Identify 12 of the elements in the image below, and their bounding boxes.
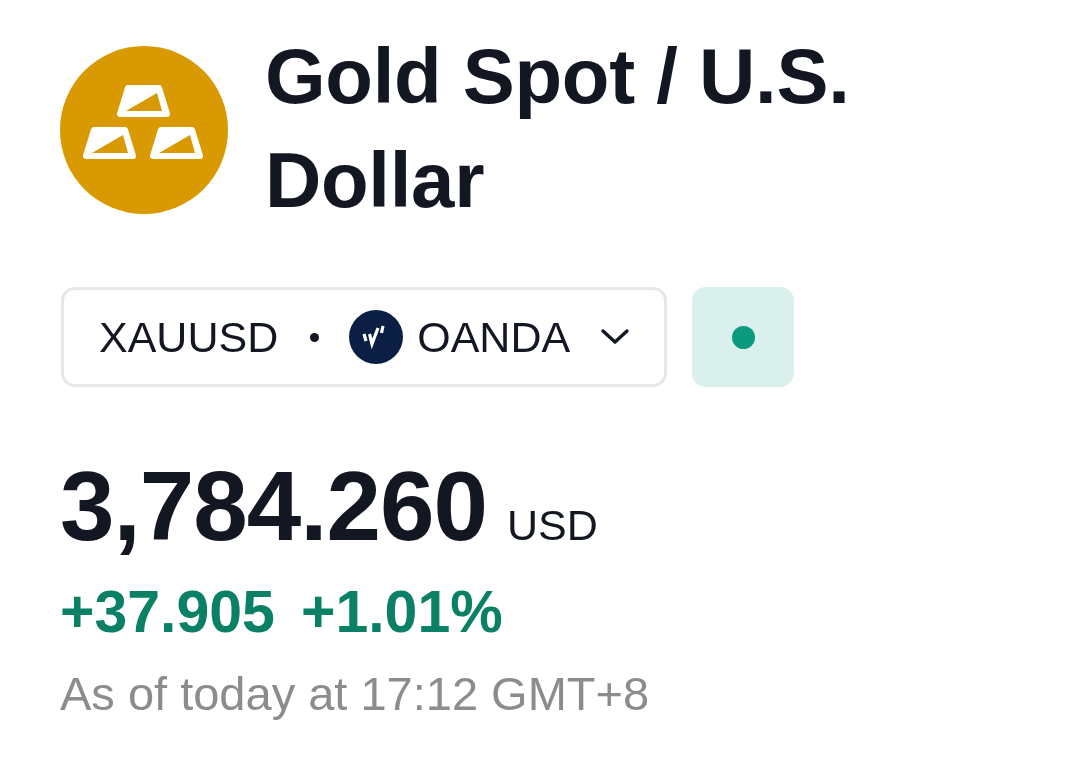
price-value: 3,784.260: [60, 457, 487, 555]
bullion-bars-icon: [60, 46, 228, 214]
symbol-selector[interactable]: XAUUSD OANDA: [61, 287, 668, 387]
currency-label: USD: [507, 504, 598, 547]
logo-icon: [349, 310, 404, 364]
symbol-label: XAUUSD: [99, 312, 279, 362]
instrument-title: Gold Spot / U.S. Dollar: [265, 31, 851, 226]
exchange-label: OANDA: [417, 312, 571, 362]
separator-dot-icon: [310, 332, 320, 342]
price-change: +37.905: [60, 583, 275, 642]
market-status-button[interactable]: [692, 287, 795, 387]
percent-change: +1.01%: [300, 583, 503, 642]
